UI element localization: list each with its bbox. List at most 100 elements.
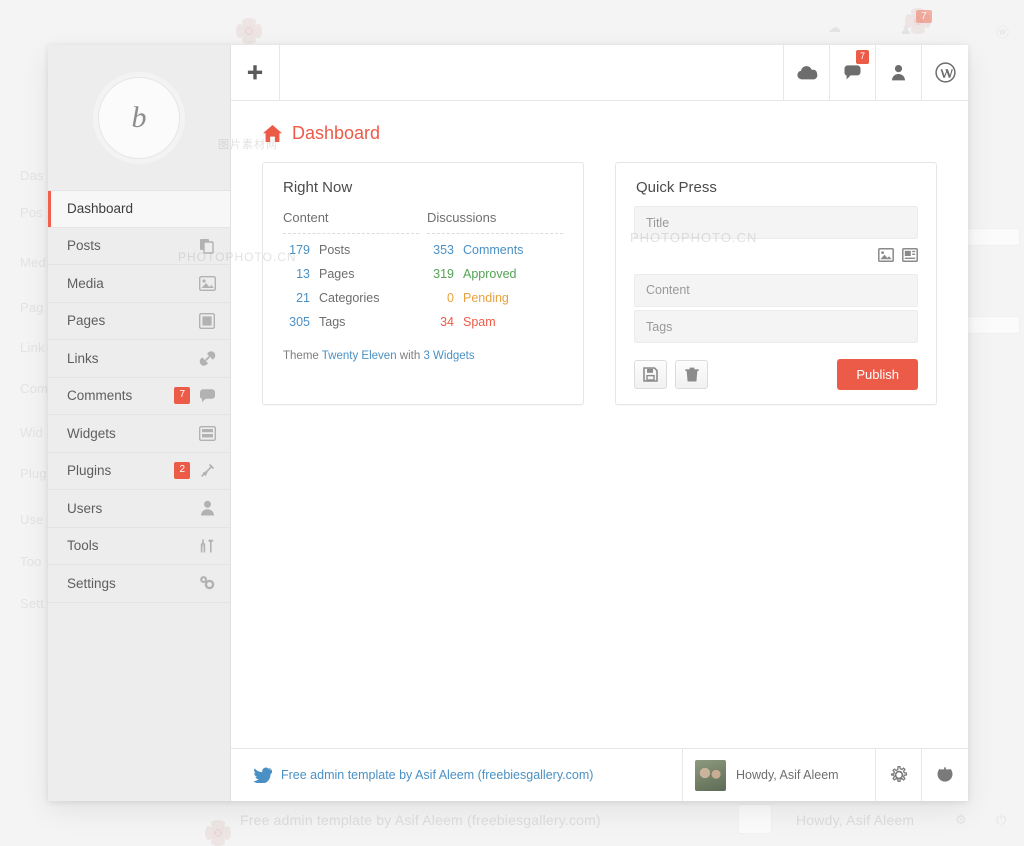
row-label: Tags [319, 315, 346, 329]
sidebar-item-label: Media [67, 275, 104, 291]
theme-summary: Theme Twenty Eleven with 3 Widgets [263, 340, 583, 378]
cloud-button[interactable] [784, 45, 830, 100]
comments-badge: 7 [855, 50, 869, 64]
topbar-spacer [280, 45, 784, 100]
bg-user-icon: ♟ [900, 22, 912, 37]
row-label: Comments [463, 243, 524, 257]
publish-button[interactable]: Publish [837, 359, 918, 390]
save-draft-button[interactable] [634, 360, 667, 389]
table-row[interactable]: 179 Posts [283, 238, 419, 262]
table-row[interactable]: 34 Spam [427, 310, 563, 334]
right-now-panel: Right Now Content 179 Posts 13 Pages 21 … [262, 162, 584, 405]
table-row[interactable]: 353 Comments [427, 238, 563, 262]
sidebar-item-label: Links [67, 350, 99, 366]
row-count: 305 [289, 315, 310, 329]
table-row[interactable]: 0 Pending [427, 286, 563, 310]
bg-card [960, 228, 1020, 246]
content-field[interactable]: Content [634, 274, 918, 307]
sidebar-item-users[interactable]: Users [48, 490, 230, 528]
sidebar-item-links[interactable]: Links [48, 340, 230, 378]
table-row[interactable]: 13 Pages [283, 262, 419, 286]
media-buttons [634, 242, 918, 272]
sidebar-item-plugins[interactable]: Plugins 2 [48, 453, 230, 490]
widgets-icon [198, 424, 216, 442]
add-new-button[interactable] [231, 45, 280, 100]
bg-greeting: Howdy, Asif Aleem [796, 812, 915, 828]
dashboard-widgets: Right Now Content 179 Posts 13 Pages 21 … [231, 144, 968, 405]
user-button[interactable] [876, 45, 922, 100]
row-count: 34 [440, 315, 454, 329]
row-count: 179 [289, 243, 310, 257]
theme-middle: with [399, 350, 421, 362]
sidebar-item-label: Settings [67, 575, 116, 591]
sidebar-item-label: Dashboard [67, 201, 134, 217]
page-header: Dashboard [231, 101, 968, 144]
title-field[interactable]: Title [634, 206, 918, 239]
bg-card [960, 316, 1020, 334]
theme-prefix: Theme [283, 350, 319, 362]
sidebar-badge-plugins: 2 [174, 462, 190, 480]
footer-credit-link[interactable]: Free admin template by Asif Aleem (freeb… [281, 768, 593, 782]
right-now-content-column: Content 179 Posts 13 Pages 21 Categories [279, 206, 423, 334]
row-count: 13 [296, 267, 310, 281]
sidebar-item-label: Plugins [67, 463, 112, 479]
row-label: Posts [319, 243, 351, 257]
settings-button[interactable] [876, 749, 922, 801]
sidebar-item-label: Comments [67, 388, 133, 404]
posts-icon [198, 237, 216, 255]
row-label: Pages [319, 267, 355, 281]
bg-nav-label: Plug [20, 466, 47, 481]
avatar [695, 759, 726, 791]
gear-icon [198, 574, 216, 592]
sidebar: b Dashboard Posts Media Pages Links Comm… [48, 45, 231, 801]
comments-button[interactable]: 7 [830, 45, 876, 100]
content-column: 7 Dashboard Right Now Content 179 Posts … [231, 45, 968, 801]
footer-user: Howdy, Asif Aleem [683, 749, 876, 801]
discard-button[interactable] [675, 360, 708, 389]
user-icon [198, 499, 216, 517]
sidebar-item-media[interactable]: Media [48, 265, 230, 303]
bg-power-icon: ⏻ [996, 812, 1007, 827]
logout-button[interactable] [922, 749, 968, 801]
video-icon[interactable] [902, 247, 918, 267]
row-count: 21 [296, 291, 310, 305]
bg-nav-label: Com [20, 381, 49, 396]
footer-credit: Free admin template by Asif Aleem (freeb… [231, 749, 683, 801]
home-icon [262, 124, 283, 143]
bg-nav-label: Med [20, 255, 46, 270]
bg-nav-label: Pag [20, 300, 44, 315]
bg-nav-label: Sett [20, 596, 44, 611]
row-label: Spam [463, 315, 496, 329]
quick-press-body: Title Content Tags Publish [616, 206, 936, 404]
admin-window: b Dashboard Posts Media Pages Links Comm… [48, 45, 968, 801]
wordpress-button[interactable] [922, 45, 968, 100]
image-icon[interactable] [878, 247, 894, 267]
sidebar-item-widgets[interactable]: Widgets [48, 415, 230, 453]
quick-press-title: Quick Press [636, 179, 717, 196]
table-row[interactable]: 21 Categories [283, 286, 419, 310]
right-now-discussions-column: Discussions 353 Comments 319 Approved 0 … [423, 206, 567, 334]
sidebar-item-label: Tools [67, 538, 99, 554]
bg-nav-label: Pos [20, 205, 44, 220]
page-title: Dashboard [292, 123, 381, 143]
sidebar-nav: Dashboard Posts Media Pages Links Commen… [48, 190, 230, 603]
bg-nav-label: Das [20, 168, 44, 183]
sidebar-badge-comments: 7 [174, 387, 190, 405]
tags-field[interactable]: Tags [634, 310, 918, 343]
table-row[interactable]: 305 Tags [283, 310, 419, 334]
sidebar-item-pages[interactable]: Pages [48, 303, 230, 340]
sidebar-item-dashboard[interactable]: Dashboard [48, 190, 230, 228]
sidebar-item-comments[interactable]: Comments 7 [48, 378, 230, 415]
table-row[interactable]: 319 Approved [427, 262, 563, 286]
pages-icon [198, 312, 216, 330]
bg-avatar [738, 804, 772, 834]
sidebar-item-settings[interactable]: Settings [48, 565, 230, 603]
comment-icon [198, 387, 216, 405]
bg-badge: 7 [916, 10, 932, 23]
bg-nav-label: Link [20, 340, 45, 355]
bg-wordpress-icon: ⓦ [996, 25, 1010, 40]
sidebar-item-tools[interactable]: Tools [48, 528, 230, 565]
sidebar-item-posts[interactable]: Posts [48, 228, 230, 265]
widgets-link[interactable]: 3 Widgets [423, 350, 474, 362]
theme-link[interactable]: Twenty Eleven [322, 350, 397, 362]
